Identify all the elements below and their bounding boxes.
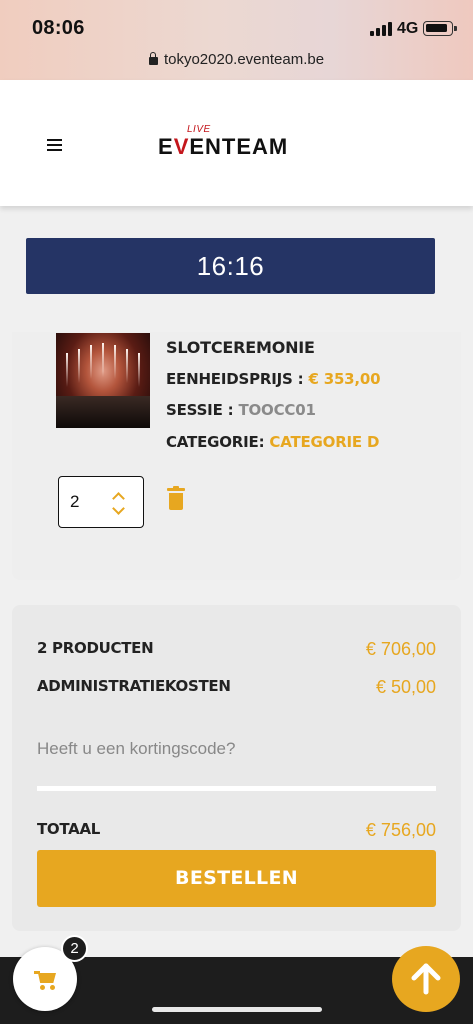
address-bar[interactable]: tokyo2020.eventeam.be [0, 51, 473, 68]
admin-costs-row: ADMINISTRATIEKOSTEN € 50,00 [37, 677, 436, 697]
network-type: 4G [397, 20, 419, 37]
cart-icon [34, 971, 58, 991]
eventeam-logo[interactable]: LIVE EVENTEAM [158, 124, 318, 159]
cart-count-badge: 2 [61, 935, 88, 962]
product-name: SLOTCEREMONIE [166, 338, 315, 357]
discount-code-input[interactable]: Heeft u een kortingscode? [37, 733, 436, 791]
lock-icon [148, 52, 158, 65]
arrow-up-icon [411, 963, 441, 995]
admin-costs-amount: € 50,00 [375, 677, 436, 697]
session-label: SESSIE : [166, 401, 234, 419]
url-text: tokyo2020.eventeam.be [163, 51, 325, 68]
unit-price-value: € 353,00 [308, 370, 381, 388]
total-amount: € 756,00 [365, 820, 436, 840]
session-row: SESSIE : TOOCC01 [166, 401, 316, 419]
logo-wordmark: EVENTEAM [158, 134, 289, 159]
category-value: CATEGORIE D [269, 433, 380, 451]
home-indicator[interactable] [152, 1007, 322, 1012]
products-label: 2 PRODUCTEN [37, 639, 154, 657]
total-row: TOTAAL € 756,00 [37, 820, 436, 840]
category-label: CATEGORIE: [166, 433, 265, 451]
quantity-value: 2 [70, 492, 80, 511]
battery-icon [423, 21, 457, 36]
admin-costs-label: ADMINISTRATIEKOSTEN [37, 677, 231, 695]
countdown-timer: 16:16 [26, 238, 435, 294]
signal-icon [370, 22, 392, 36]
status-bar: 08:06 4G tokyo2020.eventeam.be [0, 0, 473, 80]
cart-item: SLOTCEREMONIE EENHEIDSPRIJS : € 353,00 S… [12, 332, 461, 580]
products-amount: € 706,00 [365, 639, 436, 659]
trash-icon[interactable] [167, 486, 185, 512]
chevron-down-icon[interactable] [112, 502, 125, 515]
products-row: 2 PRODUCTEN € 706,00 [37, 639, 436, 659]
total-label: TOTAAL [37, 820, 101, 838]
product-image [56, 333, 150, 428]
unit-price-row: EENHEIDSPRIJS : € 353,00 [166, 370, 381, 388]
status-time: 08:06 [32, 17, 85, 39]
session-value: TOOCC01 [238, 401, 316, 419]
quantity-stepper[interactable]: 2 [58, 476, 144, 528]
order-summary: 2 PRODUCTEN € 706,00 ADMINISTRATIEKOSTEN… [12, 605, 461, 931]
site-header: LIVE EVENTEAM [0, 80, 473, 206]
category-row: CATEGORIE: CATEGORIE D [166, 433, 379, 451]
hamburger-icon[interactable] [47, 139, 62, 151]
scroll-top-button[interactable] [392, 946, 460, 1012]
unit-price-label: EENHEIDSPRIJS : [166, 370, 304, 388]
order-button[interactable]: BESTELLEN [37, 850, 436, 907]
